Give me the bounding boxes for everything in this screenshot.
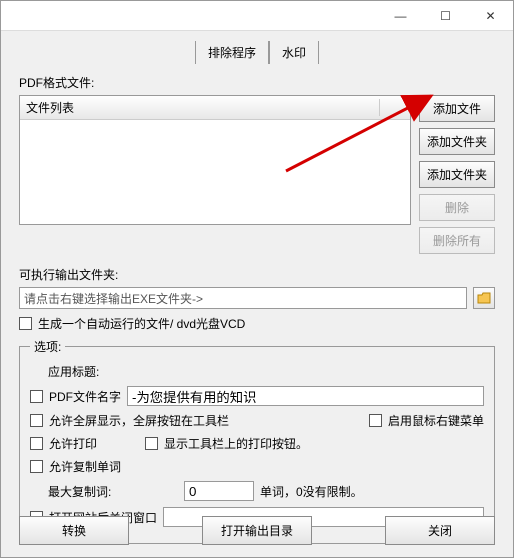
titlebar: — ☐ ✕ [1,1,513,31]
pdf-name-label: PDF文件名字 [49,388,121,405]
convert-button[interactable]: 转换 [19,516,129,545]
folder-icon [477,292,491,304]
fullscreen-label: 允许全屏显示，全屏按钮在工具栏 [49,412,363,429]
allow-print-checkbox[interactable] [30,437,43,450]
options-legend: 选项: [30,338,65,355]
app-window: — ☐ ✕ 排除程序 水印 PDF格式文件: 文件列表 添加文件 添加文件夹 添… [0,0,514,558]
delete-button[interactable]: 删除 [419,194,495,221]
file-list-col-extra[interactable] [380,99,404,116]
rightclick-checkbox[interactable] [369,414,382,427]
delete-all-button[interactable]: 删除所有 [419,227,495,254]
add-file-button[interactable]: 添加文件 [419,95,495,122]
autorun-label: 生成一个自动运行的文件/ dvd光盘VCD [38,315,245,332]
rightclick-label: 启用鼠标右键菜单 [388,412,484,429]
add-folder-button-2[interactable]: 添加文件夹 [419,161,495,188]
pdf-name-checkbox[interactable] [30,390,43,403]
allow-copy-label: 允许复制单词 [49,458,121,475]
app-title-label: 应用标题: [30,363,484,380]
close-window-button[interactable]: ✕ [468,1,513,30]
close-button[interactable]: 关闭 [385,516,495,545]
allow-print-label: 允许打印 [49,435,139,452]
allow-copy-checkbox[interactable] [30,460,43,473]
file-list-header: 文件列表 [20,96,410,120]
pdf-name-input[interactable] [127,386,484,406]
add-folder-button-1[interactable]: 添加文件夹 [419,128,495,155]
maximize-button[interactable]: ☐ [423,1,468,30]
content-area: 排除程序 水印 PDF格式文件: 文件列表 添加文件 添加文件夹 添加文件夹 删… [1,31,513,557]
pdf-files-label: PDF格式文件: [19,74,495,91]
minimize-button[interactable]: — [378,1,423,30]
fullscreen-checkbox[interactable] [30,414,43,427]
file-list-col-name[interactable]: 文件列表 [26,99,380,116]
tab-bar: 排除程序 水印 [19,41,495,64]
show-print-btn-checkbox[interactable] [145,437,158,450]
file-list[interactable]: 文件列表 [19,95,411,225]
show-print-btn-label: 显示工具栏上的打印按钮。 [164,435,308,452]
tab-exclude[interactable]: 排除程序 [195,41,269,64]
max-copy-unit: 单词，0没有限制。 [260,483,363,500]
output-folder-label: 可执行输出文件夹: [19,266,495,283]
options-group: 选项: 应用标题: PDF文件名字 允许全屏显示，全屏按钮在工具栏 启用鼠标右键… [19,338,495,544]
open-output-button[interactable]: 打开输出目录 [202,516,312,545]
autorun-checkbox[interactable] [19,317,32,330]
side-button-group: 添加文件 添加文件夹 添加文件夹 删除 删除所有 [419,95,495,254]
browse-folder-button[interactable] [473,287,495,309]
output-path-input[interactable]: 请点击右键选择输出EXE文件夹-> [19,287,467,309]
max-copy-input[interactable] [184,481,254,501]
max-copy-label: 最大复制词: [48,483,178,500]
tab-watermark[interactable]: 水印 [269,41,319,64]
bottom-button-bar: 转换 打开输出目录 关闭 [19,516,495,545]
